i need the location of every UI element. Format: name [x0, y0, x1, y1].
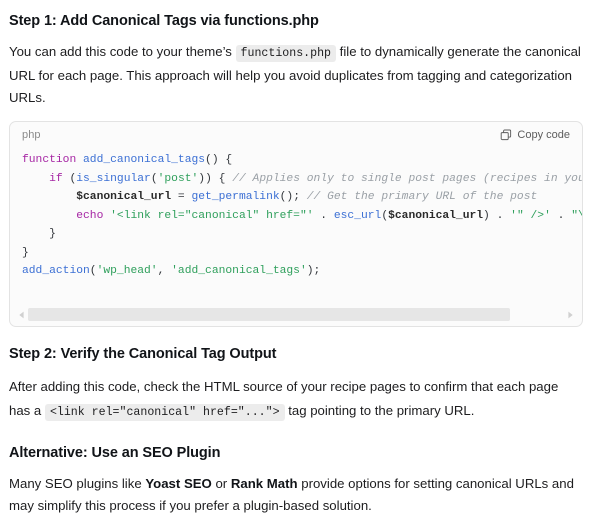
code-token: 'add_canonical_tags': [171, 265, 307, 277]
copy-code-label: Copy code: [517, 129, 570, 141]
code-content[interactable]: function add_canonical_tags() { if (is_s…: [10, 143, 582, 281]
code-token: (: [62, 172, 77, 185]
step2-paragraph-part2: tag pointing to the primary URL.: [288, 403, 475, 418]
alternative-paragraph-part1: Many SEO plugins like: [9, 476, 142, 491]
code-token: add_canonical_tags: [83, 154, 206, 166]
code-token: (: [150, 172, 158, 185]
copy-icon: [500, 129, 512, 141]
code-line: if (is_singular('post')) { // Applies on…: [22, 170, 582, 189]
code-token: ) .: [483, 209, 511, 222]
step1-paragraph: You can add this code to your theme’s fu…: [9, 41, 583, 109]
chevron-left-icon[interactable]: [15, 308, 28, 321]
plugin-name-rank-math: Rank Math: [230, 476, 298, 491]
code-token: echo: [76, 209, 104, 222]
code-token: }: [22, 246, 29, 259]
plugin-name-yoast: Yoast SEO: [145, 476, 212, 491]
code-token: is_singular: [76, 172, 151, 185]
code-token: =: [171, 191, 192, 203]
code-language-label: php: [22, 129, 41, 141]
code-token: $canonical_url: [76, 191, 172, 203]
inline-code-link-canonical: <link rel="canonical" href="...">: [44, 404, 285, 421]
code-token: .: [313, 209, 334, 222]
scrollbar-track[interactable]: [28, 308, 564, 321]
code-token: 'wp_head': [96, 265, 158, 277]
code-token: )) {: [198, 172, 233, 185]
step1-paragraph-part1: You can add this code to your theme’s: [9, 44, 232, 59]
code-token: get_permalink: [191, 191, 280, 203]
code-token: () {: [205, 154, 233, 166]
code-token: // Get the primary URL of the post: [306, 191, 538, 203]
scrollbar-thumb[interactable]: [28, 308, 511, 321]
code-token: if: [49, 172, 63, 185]
code-horizontal-scrollbar[interactable]: [15, 308, 577, 321]
alternative-heading: Alternative: Use an SEO Plugin: [9, 445, 221, 461]
code-block-header: php Copy code: [10, 122, 582, 143]
code-token: }: [22, 228, 56, 240]
code-token: esc_url: [333, 209, 382, 222]
code-line: $canonical_url = get_permalink(); // Get…: [22, 188, 582, 207]
alternative-paragraph-part2: or: [215, 476, 228, 491]
code-token: "\n": [571, 209, 582, 222]
document-root: Step 1: Add Canonical Tags via functions…: [0, 13, 592, 515]
copy-code-button[interactable]: Copy code: [500, 129, 570, 141]
code-token: '<link rel="canonical" href="': [110, 209, 314, 222]
code-token: // Applies only to single post pages (re…: [232, 172, 582, 185]
code-token: add_action: [22, 265, 90, 277]
code-token: $canonical_url: [388, 209, 484, 222]
step2-paragraph: After adding this code, check the HTML s…: [9, 375, 583, 425]
code-line: }: [22, 244, 582, 263]
inline-code-functions-php: functions.php: [235, 45, 336, 62]
chevron-right-icon[interactable]: [564, 308, 577, 321]
code-token: ();: [279, 191, 307, 203]
code-token: (: [89, 265, 97, 277]
code-token: );: [306, 265, 321, 277]
code-token: 'post': [157, 172, 199, 185]
code-token: function: [22, 154, 84, 166]
code-line: function add_canonical_tags() {: [22, 151, 582, 170]
code-line: add_action('wp_head', 'add_canonical_tag…: [22, 262, 582, 281]
step2-heading: Step 2: Verify the Canonical Tag Output: [9, 346, 277, 362]
step1-heading: Step 1: Add Canonical Tags via functions…: [9, 13, 319, 29]
code-block: php Copy code function add_canonical_tag…: [9, 121, 583, 327]
code-token: '" />': [510, 209, 551, 222]
code-line: }: [22, 225, 582, 244]
code-line: echo '<link rel="canonical" href="' . es…: [22, 207, 582, 226]
code-token: ,: [157, 265, 172, 277]
code-token: .: [550, 209, 572, 222]
alternative-paragraph: Many SEO plugins like Yoast SEO or Rank …: [9, 473, 583, 517]
